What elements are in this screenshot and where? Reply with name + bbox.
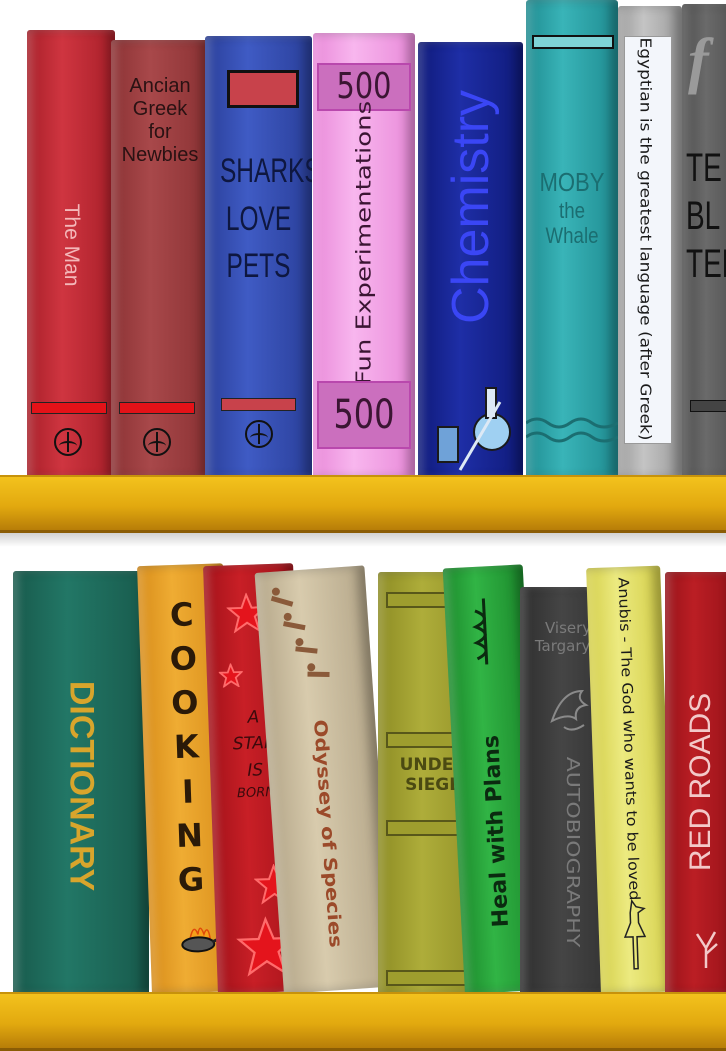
caduceus-icon xyxy=(472,598,489,665)
book-label-box xyxy=(227,70,299,108)
book-title: Fun Experimentations xyxy=(352,100,376,386)
book-band xyxy=(690,400,726,412)
shelf-board-bottom xyxy=(0,992,726,1051)
book-title: RED ROADS xyxy=(684,692,717,872)
emblem-icon xyxy=(143,428,171,456)
book-title: Odyssey of Species xyxy=(309,718,347,949)
book-title: The Man xyxy=(60,203,83,287)
book-title: AUTOBIOGRAPHY xyxy=(562,756,582,948)
shelf-shadow xyxy=(0,533,726,547)
book-anubis[interactable]: Anubis - The God who wants to be loved xyxy=(586,565,675,994)
book-partial-grey[interactable]: f TE BL TEM xyxy=(682,4,726,478)
emblem-icon xyxy=(245,420,273,448)
book-sharks-love-pets[interactable]: SHARKS LOVE PETS xyxy=(205,36,312,478)
book-title: Heal with Plans xyxy=(479,734,515,928)
book-band xyxy=(221,398,296,411)
flask-icon xyxy=(437,387,511,471)
star-icon xyxy=(218,662,244,688)
book-the-man[interactable]: The Man xyxy=(27,30,115,478)
anubis-figure-icon xyxy=(623,898,647,970)
book-egyptian[interactable]: Egyptian is the greatest language (after… xyxy=(618,6,682,478)
book-chemistry[interactable]: Chemistry xyxy=(418,42,523,478)
book-moby-the-whale[interactable]: MOBY the Whale xyxy=(526,0,618,478)
book-title: Anubis - The God who wants to be loved xyxy=(614,577,644,901)
road-branch-icon xyxy=(695,931,718,968)
book-title: DICTIONARY xyxy=(62,680,101,892)
book-title: SHARKS LOVE PETS xyxy=(219,152,312,286)
book-dictionary[interactable]: DICTIONARY xyxy=(13,571,149,994)
book-fun-experimentations[interactable]: 500 Fun Experimentations 500 xyxy=(313,33,415,478)
letter-f-icon: f xyxy=(688,27,709,95)
bottom-number: 500 xyxy=(333,392,395,438)
book-red-roads[interactable]: RED ROADS xyxy=(665,572,726,994)
book-title: Chemistry xyxy=(441,89,500,325)
book-title: Ancian Greek for Newbies xyxy=(121,75,199,166)
book-title: Egyptian is the greatest language (after… xyxy=(635,37,654,441)
number-box-bottom: 500 xyxy=(317,381,411,449)
waves-icon xyxy=(526,417,618,443)
book-band xyxy=(31,402,107,414)
book-title: MOBY the Whale xyxy=(539,167,605,249)
book-band xyxy=(119,402,195,414)
book-ancian-greek[interactable]: Ancian Greek for Newbies xyxy=(111,40,209,478)
shelf-board-top xyxy=(0,475,726,533)
book-title: TE BL TEM xyxy=(686,146,726,286)
emblem-icon xyxy=(54,428,82,456)
book-label-box xyxy=(532,35,614,49)
evolution-figures-icon xyxy=(270,587,330,677)
